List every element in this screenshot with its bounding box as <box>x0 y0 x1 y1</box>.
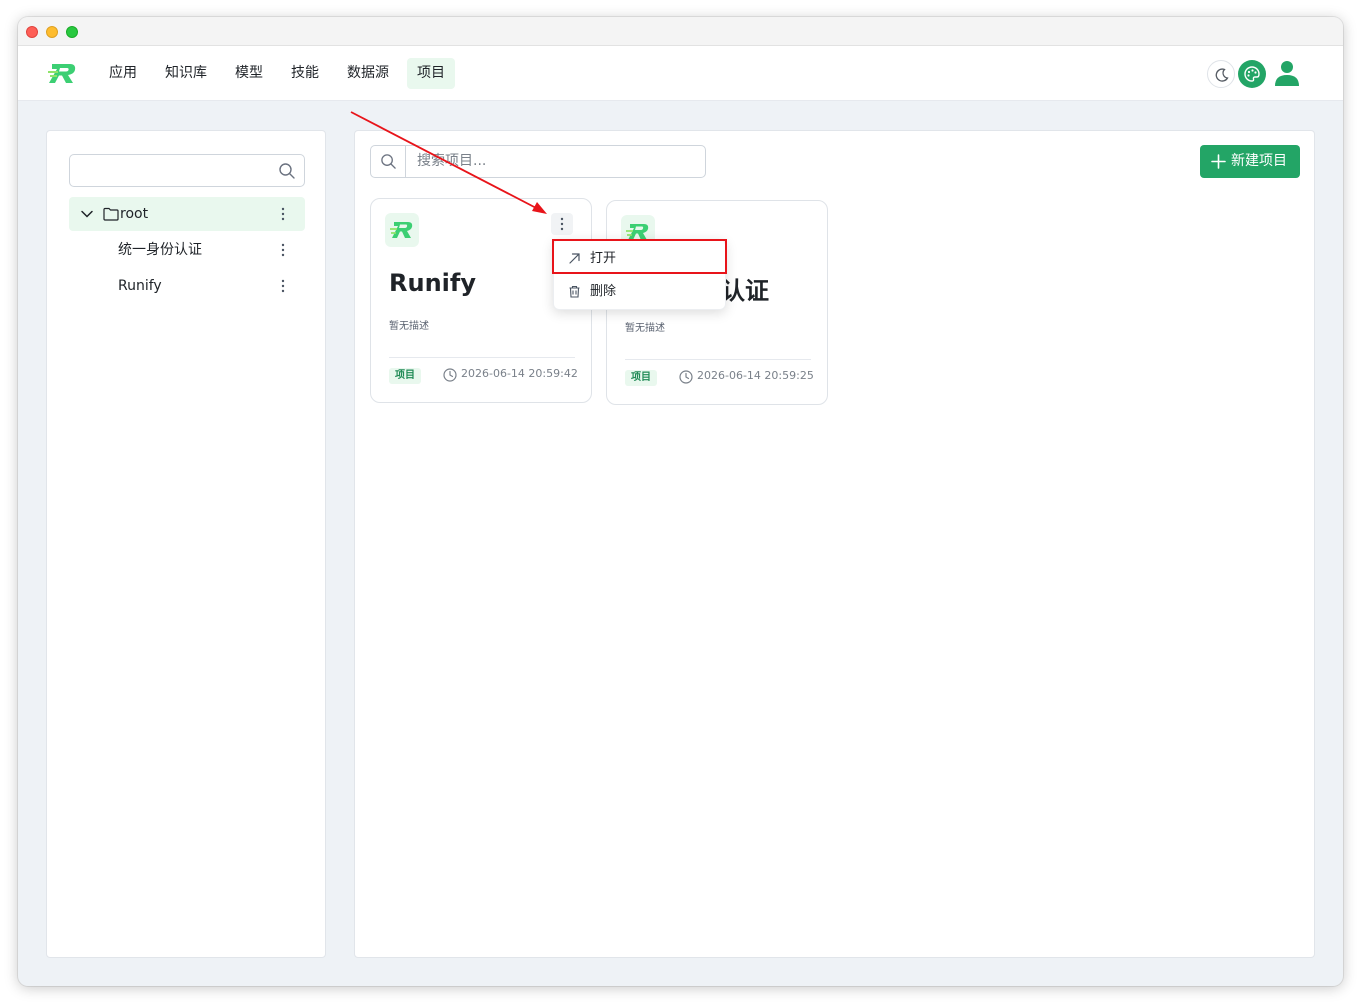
card-description: 暂无描述 <box>389 321 429 332</box>
tree-item-root[interactable]: root <box>69 197 305 231</box>
nav-item-apps[interactable]: 应用 <box>99 58 147 89</box>
moon-icon <box>1215 68 1229 82</box>
app-window: 应用 知识库 模型 技能 数据源 项目 root 统一身份认证 Runify 搜… <box>18 17 1343 986</box>
nav-item-skills[interactable]: 技能 <box>281 58 329 89</box>
clock-icon <box>443 368 457 382</box>
project-search-input[interactable]: 搜索项目... <box>370 145 706 178</box>
project-logo-icon <box>385 213 419 247</box>
close-window-button[interactable] <box>26 26 38 38</box>
tree-item-project[interactable]: 统一身份认证 <box>69 233 305 267</box>
minimize-window-button[interactable] <box>46 26 58 38</box>
card-tag: 项目 <box>389 368 421 384</box>
projects-main-panel: 搜索项目... 新建项目 Runify 暂无描述 项目 2026-06-14 2… <box>354 130 1315 958</box>
dark-mode-toggle-button[interactable] <box>1207 60 1235 88</box>
more-vertical-icon[interactable] <box>275 278 291 294</box>
theme-color-button[interactable] <box>1238 60 1266 88</box>
annotation-highlight-box <box>552 239 727 274</box>
plus-icon <box>1211 154 1226 169</box>
search-prefix <box>371 146 406 177</box>
card-divider <box>389 357 575 358</box>
tree-item-project[interactable]: Runify <box>69 269 305 303</box>
more-vertical-icon[interactable] <box>275 206 291 222</box>
clock-icon <box>679 370 693 384</box>
palette-icon <box>1244 66 1260 82</box>
card-title: Runify <box>389 269 476 297</box>
card-description: 暂无描述 <box>625 323 665 334</box>
nav-item-knowledge[interactable]: 知识库 <box>155 58 217 89</box>
search-icon[interactable] <box>278 162 296 180</box>
card-date: 2026-06-14 20:59:42 <box>461 367 578 380</box>
new-project-button[interactable]: 新建项目 <box>1200 145 1300 178</box>
new-project-label: 新建项目 <box>1231 153 1287 169</box>
card-more-button[interactable] <box>551 213 573 235</box>
tree-item-label: 统一身份认证 <box>118 242 202 258</box>
more-vertical-icon <box>560 217 564 231</box>
menu-item-label: 删除 <box>590 284 617 299</box>
menu-item-delete[interactable]: 删除 <box>554 275 727 308</box>
user-avatar-icon[interactable] <box>1274 59 1300 87</box>
card-divider <box>625 359 811 360</box>
tree-item-label: root <box>120 206 149 222</box>
trash-icon <box>569 285 580 298</box>
search-icon <box>381 154 396 169</box>
top-navbar: 应用 知识库 模型 技能 数据源 项目 <box>18 46 1343 101</box>
tree-item-label: Runify <box>118 278 162 294</box>
nav-item-datasources[interactable]: 数据源 <box>337 58 399 89</box>
tree-search-input[interactable] <box>69 154 305 187</box>
folder-icon <box>103 207 119 221</box>
chevron-down-icon[interactable] <box>80 207 94 221</box>
search-placeholder: 搜索项目... <box>417 153 487 169</box>
more-vertical-icon[interactable] <box>275 242 291 258</box>
nav-item-projects[interactable]: 项目 <box>407 58 455 89</box>
nav-item-models[interactable]: 模型 <box>225 58 273 89</box>
window-titlebar <box>18 17 1343 46</box>
runify-logo-icon[interactable] <box>48 60 78 86</box>
card-tag: 项目 <box>625 370 657 386</box>
maximize-window-button[interactable] <box>66 26 78 38</box>
project-tree-panel: root 统一身份认证 Runify <box>46 130 326 958</box>
card-date: 2026-06-14 20:59:25 <box>697 369 814 382</box>
